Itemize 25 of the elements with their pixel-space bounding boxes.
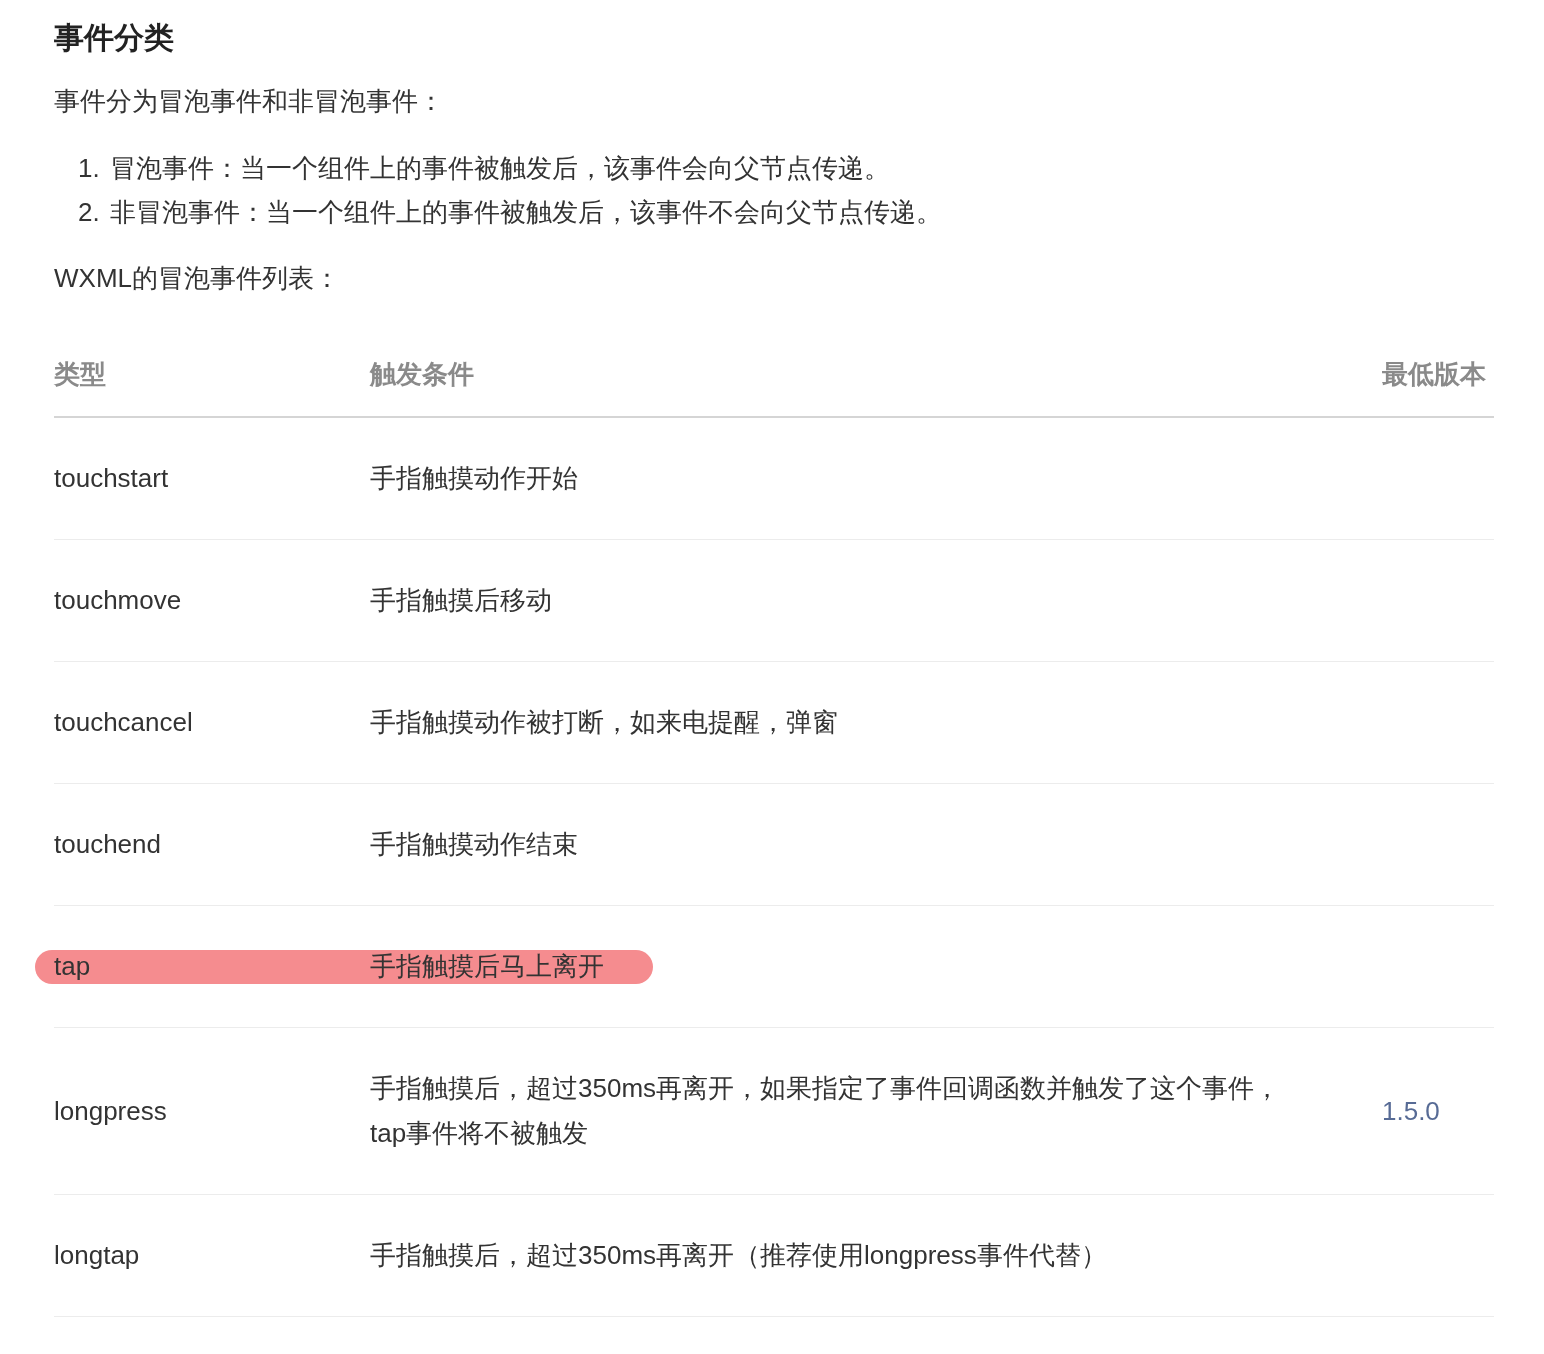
intro-text: 事件分为冒泡事件和非冒泡事件： (54, 85, 445, 118)
section-heading: 事件分类 (54, 20, 175, 56)
column-header: 触发条件 (370, 357, 475, 391)
table-cell-text: 手指触摸动作结束 (370, 828, 579, 861)
version-link[interactable]: 1.5.0 (1382, 1088, 1494, 1134)
table-cell-text: 手指触摸后移动 (370, 584, 553, 617)
table-cell-text: longpress (54, 1094, 168, 1128)
table-cell-text: longtap (54, 1239, 141, 1272)
table-cell-text: 手指触摸动作被打断，如来电提醒，弹窗 (370, 706, 839, 739)
list-item-text: 非冒泡事件：当一个组件上的事件被触发后，该事件不会向父节点传递。 (110, 196, 942, 229)
list-number: 1. (78, 152, 101, 185)
table-cell-text: 手指触摸动作开始 (370, 462, 579, 495)
list-item-text: 冒泡事件：当一个组件上的事件被触发后，该事件会向父节点传递。 (110, 152, 890, 185)
table-caption: WXML的冒泡事件列表： (54, 262, 341, 295)
table-cell-text: 手指触摸后，超过350ms再离开（推荐使用longpress事件代替） (370, 1239, 1108, 1272)
table-cell-text: 手指触摸后，超过350ms再离开，如果指定了事件回调函数并触发了这个事件，tap事件将不被触发 (370, 1072, 1282, 1150)
list-number: 2. (78, 196, 101, 229)
table-cell-text: touchmove (54, 584, 183, 617)
column-header: 类型 (54, 357, 107, 391)
table-cell-text: touchend (54, 828, 162, 861)
table-cell-text: 手指触摸后马上离开 (370, 950, 605, 983)
column-header: 最低版本 (1382, 357, 1487, 391)
table-cell-text: touchcancel (54, 706, 194, 739)
table-cell-text: touchstart (54, 462, 170, 495)
table-cell-text: tap (54, 950, 92, 983)
